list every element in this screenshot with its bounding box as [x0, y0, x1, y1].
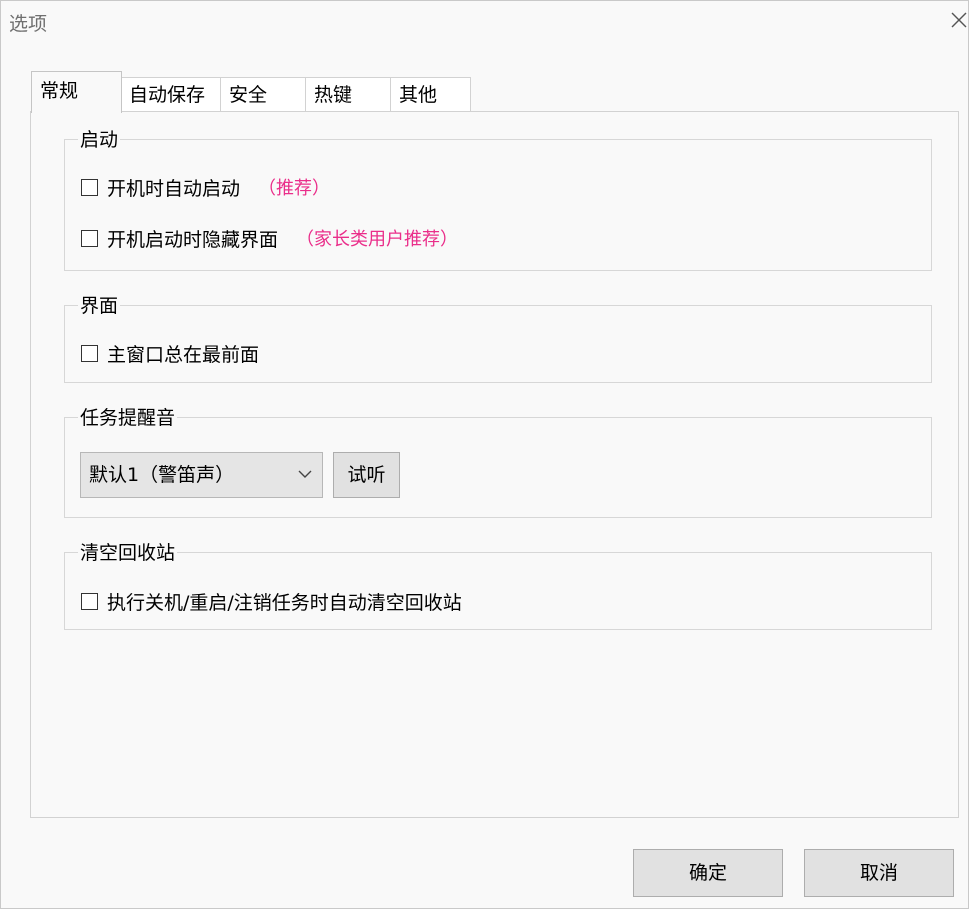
- tab-general[interactable]: 常规: [31, 71, 122, 113]
- chevron-down-icon: [298, 470, 312, 478]
- window-title: 选项: [9, 13, 48, 35]
- close-button[interactable]: [949, 10, 969, 30]
- tab-security[interactable]: 安全: [220, 77, 306, 111]
- autostart-option[interactable]: 开机时自动启动 （推荐）: [81, 175, 331, 200]
- empty-recycle-label: 执行关机/重启/注销任务时自动清空回收站: [107, 591, 462, 614]
- tab-label: 安全: [229, 84, 268, 106]
- cancel-label: 取消: [859, 862, 898, 884]
- ok-button[interactable]: 确定: [633, 849, 783, 897]
- empty-recycle-option[interactable]: 执行关机/重启/注销任务时自动清空回收站: [81, 589, 462, 614]
- hide-on-start-checkbox[interactable]: [81, 229, 98, 247]
- tab-label: 自动保存: [129, 84, 206, 106]
- sound-group-title: 任务提醒音: [78, 406, 178, 430]
- tab-label: 常规: [40, 80, 79, 102]
- sound-select[interactable]: 默认1（警笛声）: [80, 452, 323, 498]
- tab-other[interactable]: 其他: [390, 77, 471, 111]
- tab-label: 其他: [399, 84, 438, 106]
- recycle-group-title: 清空回收站: [78, 541, 178, 565]
- autostart-label: 开机时自动启动: [107, 177, 241, 200]
- options-dialog: 选项 常规 自动保存 安全 热键 其他 启动 开机时自动启动 （推荐） 开机启动…: [0, 0, 969, 909]
- test-sound-button[interactable]: 试听: [333, 452, 400, 498]
- hide-on-start-label: 开机启动时隐藏界面: [107, 228, 279, 251]
- ok-label: 确定: [688, 862, 727, 884]
- hide-on-start-hint: （家长类用户推荐）: [296, 229, 459, 250]
- always-on-top-checkbox[interactable]: [81, 344, 98, 362]
- startup-group-title: 启动: [78, 128, 121, 152]
- autostart-checkbox[interactable]: [81, 178, 98, 196]
- sound-select-value: 默认1（警笛声）: [89, 464, 235, 486]
- ui-group-title: 界面: [78, 294, 121, 318]
- always-on-top-label: 主窗口总在最前面: [107, 343, 260, 366]
- test-sound-label: 试听: [347, 464, 386, 486]
- autostart-hint: （推荐）: [258, 178, 331, 199]
- hide-on-start-option[interactable]: 开机启动时隐藏界面 （家长类用户推荐）: [81, 226, 459, 251]
- cancel-button[interactable]: 取消: [804, 849, 954, 897]
- tab-autosave[interactable]: 自动保存: [120, 77, 221, 111]
- empty-recycle-checkbox[interactable]: [81, 592, 98, 610]
- close-icon: [951, 12, 967, 28]
- always-on-top-option[interactable]: 主窗口总在最前面: [81, 341, 260, 366]
- tab-hotkeys[interactable]: 热键: [305, 77, 391, 111]
- tab-label: 热键: [314, 84, 353, 106]
